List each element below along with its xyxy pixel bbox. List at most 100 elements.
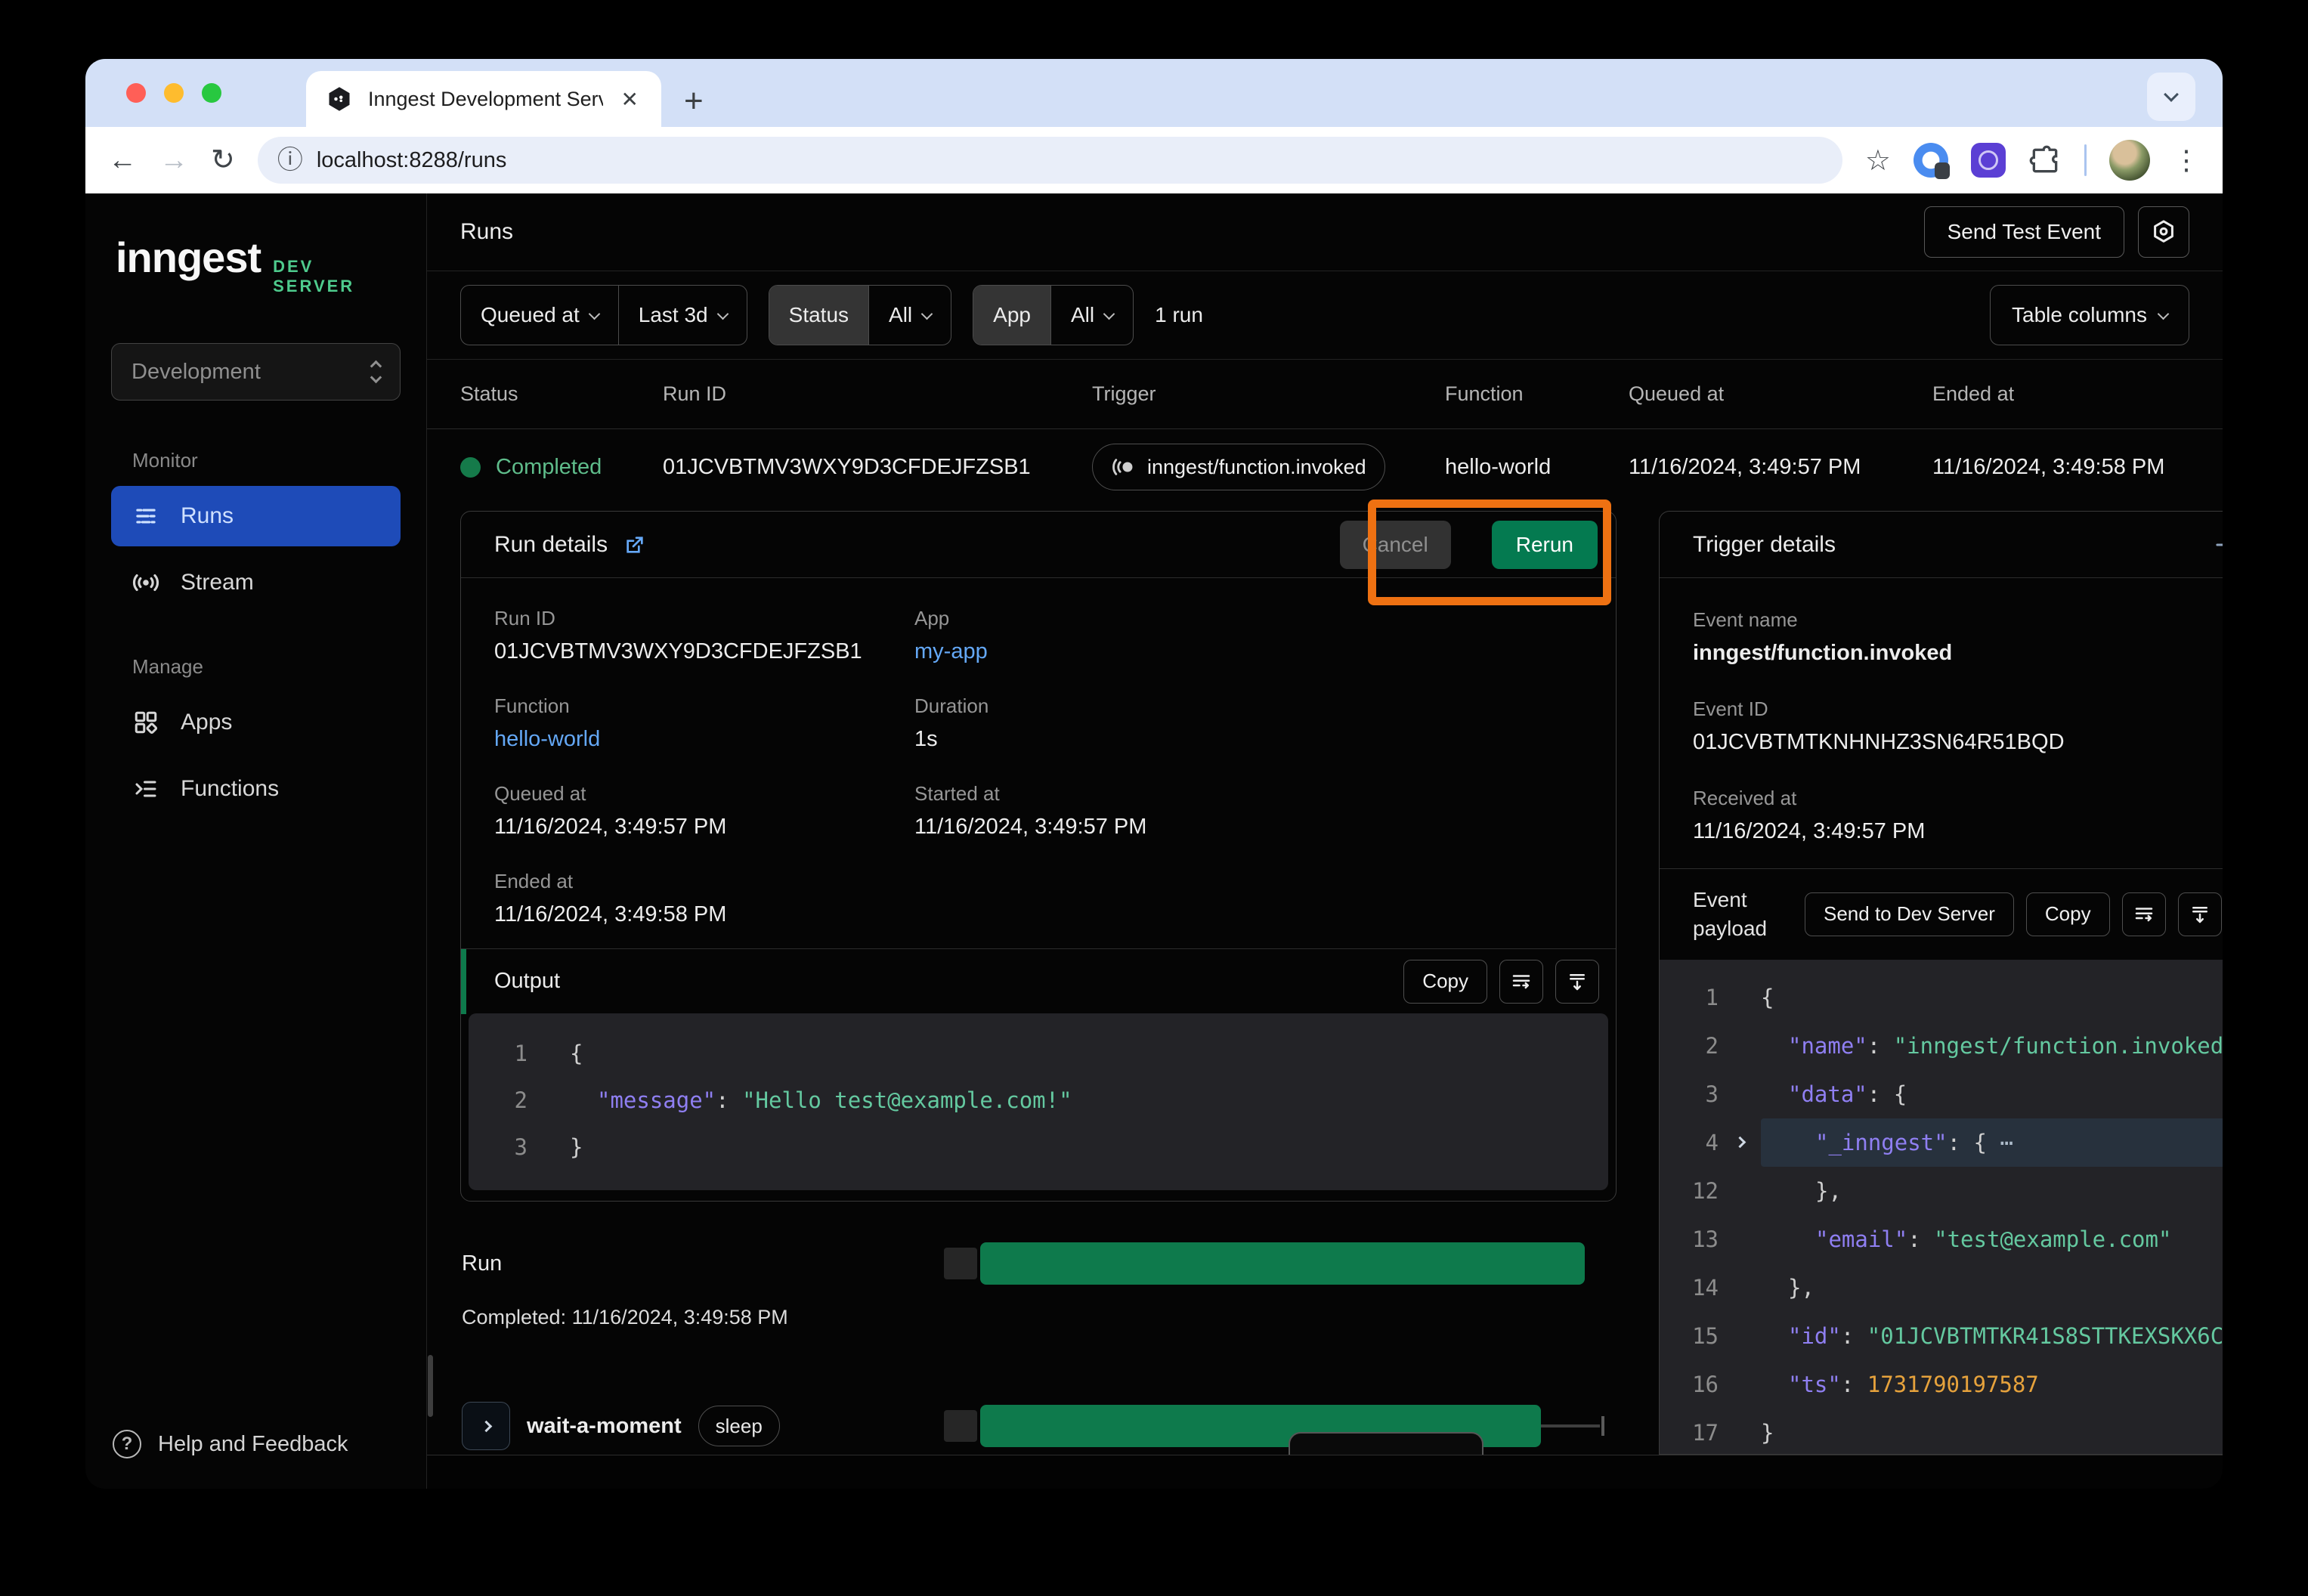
chevron-down-icon bbox=[921, 308, 933, 320]
runs-list-icon bbox=[131, 501, 161, 531]
output-title: Output bbox=[494, 969, 560, 994]
run-duration-bar[interactable] bbox=[980, 1242, 1585, 1285]
profile-avatar[interactable] bbox=[2109, 140, 2150, 181]
trigger-details-panel: Trigger details Event name inngest/funct… bbox=[1659, 511, 2223, 1455]
table-header: Status Run ID Trigger Function Queued at… bbox=[427, 360, 2223, 429]
sidebar-item-label: Stream bbox=[181, 570, 254, 595]
time-field-dropdown[interactable]: Queued at bbox=[461, 286, 618, 345]
row-queued-at: 11/16/2024, 3:49:57 PM bbox=[1629, 455, 1932, 480]
browser-menu-icon[interactable]: ⋮ bbox=[2173, 144, 2200, 176]
rerun-button[interactable]: Rerun bbox=[1492, 521, 1598, 569]
status-filter-dropdown[interactable]: All bbox=[868, 286, 951, 345]
password-manager-extension-icon[interactable] bbox=[1914, 143, 1948, 178]
tab-search-button[interactable] bbox=[2147, 73, 2195, 121]
help-and-feedback[interactable]: ? Help and Feedback bbox=[113, 1430, 348, 1458]
field-event-name: Event name inngest/function.invoked bbox=[1693, 608, 2223, 666]
help-label: Help and Feedback bbox=[158, 1432, 348, 1457]
site-info-icon[interactable]: ⓘ bbox=[277, 147, 303, 173]
app-link[interactable]: my-app bbox=[914, 639, 1582, 664]
output-code-block[interactable]: 1 { 2 "message": "Hello test@example.com… bbox=[469, 1013, 1608, 1190]
output-header: Output Copy bbox=[461, 948, 1616, 1013]
cancel-button[interactable]: Cancel bbox=[1340, 521, 1451, 569]
time-range-dropdown[interactable]: Last 3d bbox=[618, 286, 747, 345]
url-bar[interactable]: ⓘ localhost:8288/runs bbox=[258, 137, 1842, 184]
tab-close-icon[interactable]: ✕ bbox=[618, 87, 642, 112]
table-row[interactable]: Completed 01JCVBTMV3WXY9D3CFDEJFZSB1 inn bbox=[427, 429, 2223, 505]
browser-window: Inngest Development Server ✕ + ← → ↻ ⓘ l… bbox=[85, 59, 2223, 1489]
clipped-bottom-button[interactable] bbox=[1289, 1432, 1483, 1455]
trigger-event-pill[interactable]: inngest/function.invoked bbox=[1092, 444, 1385, 490]
chevron-down-icon bbox=[1103, 308, 1115, 320]
browser-toolbar: ← → ↻ ⓘ localhost:8288/runs ☆ ⋮ bbox=[85, 127, 2223, 193]
word-wrap-icon[interactable] bbox=[2122, 892, 2166, 936]
code-line: 15 "id": "01JCVBTMTKR41S8STTKEXSKX6C", bbox=[1660, 1312, 2223, 1360]
step-expander-button[interactable] bbox=[462, 1402, 510, 1450]
word-wrap-icon[interactable] bbox=[1499, 960, 1543, 1004]
forward-button[interactable]: → bbox=[159, 146, 188, 175]
new-tab-button[interactable]: + bbox=[684, 85, 704, 118]
browser-tab[interactable]: Inngest Development Server ✕ bbox=[306, 71, 661, 127]
apps-grid-icon bbox=[131, 707, 161, 738]
col-header-status: Status bbox=[460, 382, 663, 406]
function-link[interactable]: hello-world bbox=[494, 727, 914, 752]
event-payload-code[interactable]: 1 { 2 "name": "inngest/function.invoked"… bbox=[1660, 960, 2223, 1454]
stream-broadcast-icon bbox=[131, 568, 161, 598]
code-line: 16 "ts": 1731790197587 bbox=[1660, 1360, 2223, 1409]
field-started-at: Started at 11/16/2024, 3:49:57 PM bbox=[914, 782, 1582, 840]
logo-row: inngest DEV SERVER bbox=[111, 233, 401, 296]
send-test-event-button[interactable]: Send Test Event bbox=[1924, 206, 2124, 258]
app-filter-label: App bbox=[973, 286, 1050, 345]
code-line: 2 "message": "Hello test@example.com!" bbox=[469, 1077, 1608, 1124]
code-line: 1 { bbox=[469, 1030, 1608, 1077]
output-accent-bar bbox=[461, 949, 466, 1014]
maximize-window-button[interactable] bbox=[202, 83, 221, 103]
traffic-lights bbox=[126, 83, 221, 103]
main-scrollbar-thumb[interactable] bbox=[428, 1355, 433, 1417]
window-bottom-strip bbox=[427, 1455, 2223, 1489]
field-duration: Duration 1s bbox=[914, 694, 1582, 752]
external-link-icon[interactable] bbox=[623, 533, 647, 557]
sidebar-item-functions[interactable]: Functions bbox=[111, 759, 401, 819]
bookmark-star-icon[interactable]: ☆ bbox=[1865, 144, 1891, 178]
collapse-panel-icon[interactable] bbox=[2214, 532, 2223, 558]
screenshot-stage: Inngest Development Server ✕ + ← → ↻ ⓘ l… bbox=[0, 0, 2308, 1596]
sidebar-item-runs[interactable]: Runs bbox=[111, 486, 401, 546]
trigger-details-title: Trigger details bbox=[1693, 532, 1836, 558]
reload-button[interactable]: ↻ bbox=[211, 146, 235, 175]
field-run-id: Run ID 01JCVBTMV3WXY9D3CFDEJFZSB1 bbox=[494, 607, 914, 664]
environment-select[interactable]: Development bbox=[111, 343, 401, 401]
col-header-function: Function bbox=[1445, 382, 1629, 406]
output-copy-button[interactable]: Copy bbox=[1403, 960, 1487, 1004]
toolbar-divider bbox=[2084, 144, 2087, 176]
timeline-run-label: Run bbox=[462, 1251, 502, 1276]
code-line-collapsed[interactable]: 4 "_inngest": { ⋯ bbox=[1660, 1118, 2223, 1167]
close-window-button[interactable] bbox=[126, 83, 146, 103]
scroll-to-bottom-icon[interactable] bbox=[2178, 892, 2222, 936]
table-columns-button[interactable]: Table columns bbox=[1990, 285, 2189, 345]
sidebar-item-apps[interactable]: Apps bbox=[111, 692, 401, 753]
row-trigger: inngest/function.invoked bbox=[1147, 456, 1366, 479]
extensions-puzzle-icon[interactable] bbox=[2028, 144, 2062, 177]
chevron-down-icon bbox=[2158, 308, 2170, 320]
sidebar-item-stream[interactable]: Stream bbox=[111, 552, 401, 613]
back-button[interactable]: ← bbox=[108, 146, 137, 175]
scroll-to-bottom-icon[interactable] bbox=[1555, 960, 1599, 1004]
settings-gear-button[interactable] bbox=[2138, 206, 2189, 258]
app-filter-dropdown[interactable]: All bbox=[1050, 286, 1133, 345]
purple-extension-icon[interactable] bbox=[1971, 143, 2006, 178]
send-to-dev-server-button[interactable]: Send to Dev Server bbox=[1805, 892, 2014, 936]
step-type-badge: sleep bbox=[698, 1406, 780, 1446]
payload-copy-button[interactable]: Copy bbox=[2026, 892, 2110, 936]
minimize-window-button[interactable] bbox=[164, 83, 184, 103]
chevron-right-icon[interactable] bbox=[1734, 1137, 1746, 1149]
run-completed-text: Completed: 11/16/2024, 3:49:58 PM bbox=[462, 1306, 1617, 1329]
col-header-run-id: Run ID bbox=[663, 382, 1092, 406]
inngest-app: inngest DEV SERVER Development Monitor R… bbox=[85, 193, 2223, 1489]
trigger-details-header: Trigger details bbox=[1660, 512, 2223, 578]
run-details-fields: Run ID 01JCVBTMV3WXY9D3CFDEJFZSB1 App my… bbox=[461, 578, 1616, 938]
sidebar: inngest DEV SERVER Development Monitor R… bbox=[85, 193, 427, 1489]
dev-server-tag: DEV SERVER bbox=[273, 257, 401, 296]
page-header: Runs Send Test Event bbox=[427, 193, 2223, 271]
code-line: 17 } bbox=[1660, 1409, 2223, 1455]
url-text[interactable]: localhost:8288/runs bbox=[317, 148, 507, 173]
